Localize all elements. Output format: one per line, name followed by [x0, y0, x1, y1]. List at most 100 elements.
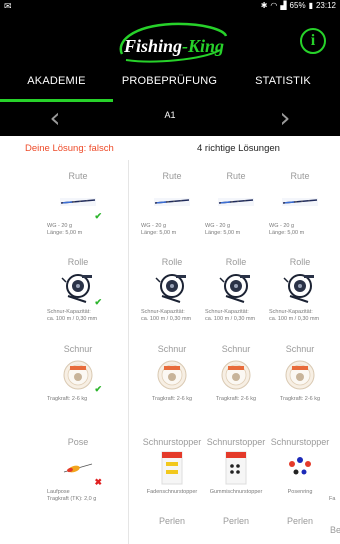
- card-description: Gummischnurstopper: [209, 489, 263, 495]
- clock: 23:12: [315, 1, 336, 10]
- card-description: ca. 100 m / 0,30 mm: [141, 316, 192, 322]
- next-chevron-icon[interactable]: ›: [270, 104, 300, 136]
- card-category-label: Schnur: [221, 344, 251, 354]
- card-description: Schnur-Kapazität:: [269, 309, 313, 315]
- cross-mark-icon: ✖: [94, 477, 102, 487]
- card-description: Tragkraft: 2-6 kg: [47, 396, 88, 402]
- user-answer-card-row3-user: Schnur ✔ Tragkraft: 2-6 kg: [46, 343, 110, 403]
- card-description: Schnur-Kapazität:: [47, 309, 91, 315]
- chapter-title: A1: [164, 110, 176, 120]
- solution-card-row5-solution2: Perlen: [204, 515, 268, 544]
- card-category-label: Schnur: [63, 344, 93, 354]
- logo-word-king: -King: [182, 36, 225, 56]
- previous-chevron-icon[interactable]: ‹: [40, 104, 70, 136]
- rubber-stopper-icon: [218, 450, 254, 486]
- card-description: Posenring: [287, 489, 313, 495]
- reel-icon: [282, 270, 318, 306]
- signal-icon: ▟: [280, 1, 287, 10]
- reel-icon: [218, 270, 254, 306]
- card-category-label: Perlen: [286, 516, 313, 526]
- column-divider: [128, 160, 129, 544]
- card-category-label: Schnur: [285, 344, 315, 354]
- card-category-label: Pose: [67, 437, 89, 447]
- card-description: WG - 20 g: [205, 223, 231, 229]
- solution-card-row5-solution3: Perlen: [268, 515, 332, 544]
- tab-statistik[interactable]: STATISTIK: [226, 72, 340, 102]
- card-category-label: Rute: [162, 171, 182, 181]
- float-icon: ✖: [60, 450, 102, 487]
- line-spool-icon: [218, 357, 254, 393]
- card-category-label: Rolle: [67, 257, 89, 267]
- solution-card-row1-solution2: Rute WG - 20 g Länge: 5,00 m: [204, 170, 268, 237]
- card-description: Länge: 5,00 m: [47, 230, 83, 236]
- card-category-label: Perlen: [222, 516, 249, 526]
- card-category-label: Rute: [290, 171, 310, 181]
- bluetooth-icon: ✱: [260, 1, 268, 10]
- solution-card-row1-solution3: Rute WG - 20 g Länge: 5,00 m: [268, 170, 332, 237]
- card-category-label: Schnurstopper: [270, 437, 330, 447]
- beads-icon: [154, 529, 190, 544]
- card-description: Länge: 5,00 m: [269, 230, 305, 236]
- card-description: Fadenschnurstopper: [146, 489, 198, 495]
- card-category-label: Schnurstopper: [142, 437, 202, 447]
- partial-card-category: Be: [330, 525, 340, 535]
- card-description: Länge: 5,00 m: [141, 230, 177, 236]
- card-description: Tragkraft: 2-6 kg: [151, 396, 193, 402]
- card-description: Laufpose: [47, 489, 70, 495]
- partial-card-description: Fa: [329, 496, 336, 502]
- card-category-label: Perlen: [158, 516, 185, 526]
- user-answer-card-row2-user: Rolle ✔ Schnur-Kapazität: ca. 100 m / 0,30 …: [46, 256, 110, 323]
- chapter-navigation: ‹ A1 ›: [0, 104, 340, 136]
- card-category-label: Rute: [226, 171, 246, 181]
- tab-probepruefung[interactable]: PROBEPRÜFUNG: [113, 72, 226, 102]
- solution-card-row5-solution1: Perlen: [140, 515, 204, 544]
- card-category-label: Schnurstopper: [206, 437, 266, 447]
- rod-icon: [218, 184, 254, 220]
- solution-card-row2-solution3: Rolle Schnur-Kapazität: ca. 100 m / 0,30 m…: [268, 256, 332, 323]
- tab-bar: AKADEMIE PROBEPRÜFUNG STATISTIK: [0, 72, 340, 102]
- card-description: Länge: 5,00 m: [205, 230, 241, 236]
- battery-icon: ▮: [308, 1, 313, 10]
- battery-percent: 65%: [289, 1, 306, 10]
- card-category-label: Rolle: [225, 257, 247, 267]
- wifi-icon: ◠: [270, 1, 278, 10]
- card-description: WG - 20 g: [47, 223, 73, 229]
- rod-icon: ✔: [60, 184, 102, 221]
- solution-card-row2-solution1: Rolle Schnur-Kapazität: ca. 100 m / 0,30 m…: [140, 256, 204, 323]
- reel-icon: ✔: [60, 270, 102, 307]
- card-description: Schnur-Kapazität:: [205, 309, 249, 315]
- solution-card-row2-solution2: Rolle Schnur-Kapazität: ca. 100 m / 0,30 m…: [204, 256, 268, 323]
- solution-card-row4-solution3: Schnurstopper Posenring: [268, 436, 332, 496]
- check-mark-icon: ✔: [94, 384, 102, 394]
- card-description: Schnur-Kapazität:: [141, 309, 185, 315]
- float-ring-icon: [282, 450, 318, 486]
- app-header: Fishing-King i AKADEMIE PROBEPRÜFUNG STA…: [0, 12, 340, 136]
- tab-akademie[interactable]: AKADEMIE: [0, 72, 113, 102]
- card-description: WG - 20 g: [269, 223, 295, 229]
- user-answer-card-row4-user: Pose ✖ Laufpose Tragkraft (TK): 2,0 g: [46, 436, 110, 503]
- card-description: Tragkraft: 2-6 kg: [215, 396, 257, 402]
- line-spool-icon: [154, 357, 190, 393]
- info-button[interactable]: i: [300, 28, 326, 54]
- solution-card-row3-solution3: Schnur Tragkraft: 2-6 kg: [268, 343, 332, 403]
- line-spool-icon: [282, 357, 318, 393]
- card-description: ca. 100 m / 0,30 mm: [205, 316, 256, 322]
- user-answer-card-row1-user: Rute ✔ WG - 20 g Länge: 5,00 m: [46, 170, 110, 237]
- mail-notification-icon: ✉: [4, 1, 12, 11]
- solution-card-row4-solution2: Schnurstopper Gummischnurstopper: [204, 436, 268, 496]
- rod-icon: [154, 184, 190, 220]
- line-stopper-icon: [154, 450, 190, 486]
- card-category-label: Schnur: [157, 344, 187, 354]
- beads-icon: [218, 529, 254, 544]
- card-description: Tragkraft (TK): 2,0 g: [47, 496, 97, 502]
- card-description: ca. 100 m / 0,30 mm: [269, 316, 320, 322]
- card-category-label: Rolle: [161, 257, 183, 267]
- check-mark-icon: ✔: [94, 297, 102, 307]
- card-category-label: Rolle: [289, 257, 311, 267]
- status-bar: ✉ ✱ ◠ ▟ 65% ▮ 23:12: [0, 0, 340, 12]
- solution-card-row1-solution1: Rute WG - 20 g Länge: 5,00 m: [140, 170, 204, 237]
- your-solution-status: Deine Lösung: falsch: [25, 143, 114, 154]
- logo-word-fishing: Fishing: [124, 36, 183, 56]
- card-description: ca. 100 m / 0,30 mm: [47, 316, 98, 322]
- solution-card-row4-solution1: Schnurstopper Fadenschnurstopper: [140, 436, 204, 496]
